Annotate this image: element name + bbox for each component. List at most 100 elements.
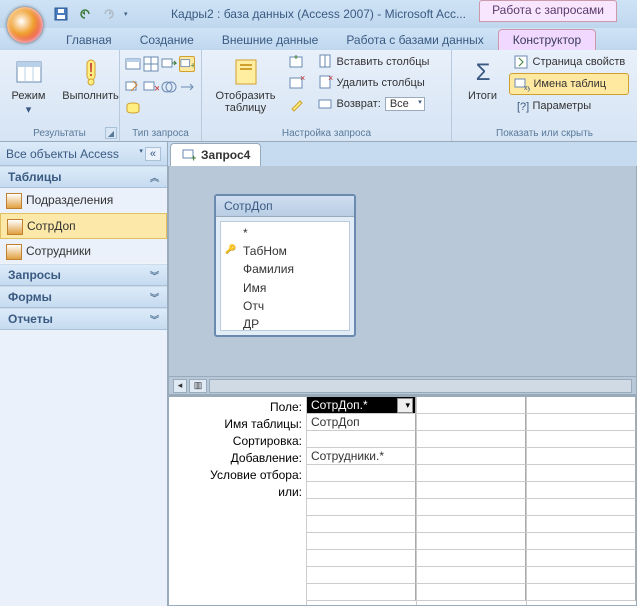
chevron-down-icon[interactable]: ▾: [418, 98, 422, 106]
insert-rows-button[interactable]: [285, 52, 309, 72]
union-query-icon[interactable]: [161, 79, 177, 95]
delete-query-icon[interactable]: ×: [143, 79, 159, 95]
totals-button[interactable]: Σ Итоги: [461, 52, 505, 106]
office-button[interactable]: [6, 6, 44, 44]
cell-blank[interactable]: [417, 516, 526, 533]
field-familiya[interactable]: Фамилия: [225, 260, 345, 278]
group-launcher-icon[interactable]: ◢: [105, 127, 117, 139]
select-query-icon[interactable]: [125, 56, 141, 72]
cell-append[interactable]: Сотрудники.*: [307, 448, 416, 465]
update-query-icon[interactable]: [125, 79, 141, 95]
cell-criteria[interactable]: [527, 465, 636, 482]
view-button[interactable]: Режим ▾: [0, 52, 58, 120]
cell-blank[interactable]: [527, 550, 636, 567]
run-button[interactable]: ! Выполнить: [62, 52, 120, 106]
cell-blank[interactable]: [307, 516, 416, 533]
field-otch[interactable]: Отч: [225, 297, 345, 315]
field-dr[interactable]: ДР: [225, 315, 345, 331]
cell-criteria[interactable]: [417, 465, 526, 482]
cell-blank[interactable]: [527, 533, 636, 550]
cell-table[interactable]: СотрДоп: [307, 414, 416, 431]
tab-create[interactable]: Создание: [126, 30, 208, 50]
params-button[interactable]: [?]Параметры: [509, 96, 629, 116]
cell-sort[interactable]: [417, 431, 526, 448]
save-icon[interactable]: [52, 5, 70, 23]
nav-item-sotrudniki[interactable]: Сотрудники: [0, 239, 167, 264]
nav-group-forms[interactable]: Формы︾: [0, 286, 167, 308]
tablenames-button[interactable]: xyzИмена таблиц: [509, 73, 629, 95]
delete-cols-button[interactable]: ×Удалить столбцы: [313, 73, 443, 93]
grid-column-3[interactable]: [526, 397, 636, 605]
tab-dbtools[interactable]: Работа с базами данных: [332, 30, 497, 50]
cell-field[interactable]: [527, 397, 636, 414]
cell-sort[interactable]: [527, 431, 636, 448]
append-query-icon[interactable]: +: [179, 56, 195, 72]
cell-blank[interactable]: [307, 550, 416, 567]
cell-blank[interactable]: [417, 567, 526, 584]
cell-blank[interactable]: [307, 533, 416, 550]
field-star[interactable]: *: [225, 224, 345, 242]
nav-item-sotrdop[interactable]: СотрДоп: [0, 213, 167, 239]
cell-blank[interactable]: [527, 584, 636, 601]
cell-blank[interactable]: [417, 499, 526, 516]
cell-or[interactable]: [417, 482, 526, 499]
svg-text:+: +: [191, 153, 196, 163]
cell-or[interactable]: [527, 482, 636, 499]
cell-blank[interactable]: [417, 533, 526, 550]
nav-group-queries[interactable]: Запросы︾: [0, 264, 167, 286]
tab-external[interactable]: Внешние данные: [208, 30, 333, 50]
cell-table[interactable]: [417, 414, 526, 431]
builder-button[interactable]: [285, 94, 309, 114]
cell-sort[interactable]: [307, 431, 416, 448]
document-area: + Запрос4 СотрДоп * ТабНом Фамилия Имя О…: [168, 142, 637, 606]
grid-column-1[interactable]: СотрДоп.* СотрДоп Сотрудники.*: [306, 397, 416, 605]
passthrough-query-icon[interactable]: [179, 79, 195, 95]
cell-table[interactable]: [527, 414, 636, 431]
field-imya[interactable]: Имя: [225, 279, 345, 297]
nav-group-reports[interactable]: Отчеты︾: [0, 308, 167, 330]
tab-design[interactable]: Конструктор: [498, 29, 596, 50]
qat-customize-icon[interactable]: ▾: [124, 10, 128, 18]
showtable-button[interactable]: Отобразить таблицу: [211, 52, 281, 118]
datadef-query-icon[interactable]: [125, 101, 141, 117]
undo-icon[interactable]: [76, 5, 94, 23]
cell-blank[interactable]: [307, 567, 416, 584]
document-tab[interactable]: + Запрос4: [170, 143, 261, 166]
insert-cols-button[interactable]: Вставить столбцы: [313, 52, 443, 72]
field-tabnom[interactable]: ТабНом: [225, 242, 345, 260]
cell-append[interactable]: [417, 448, 526, 465]
cell-blank[interactable]: [527, 499, 636, 516]
cell-or[interactable]: [307, 482, 416, 499]
cell-blank[interactable]: [417, 550, 526, 567]
cell-field[interactable]: [417, 397, 526, 414]
cell-blank[interactable]: [527, 516, 636, 533]
grid-column-2[interactable]: [416, 397, 526, 605]
scroll-left-icon[interactable]: ◂: [173, 379, 187, 393]
table-field-list[interactable]: * ТабНом Фамилия Имя Отч ДР Пол: [220, 221, 350, 331]
designer-upper-pane[interactable]: СотрДоп * ТабНом Фамилия Имя Отч ДР Пол: [169, 166, 636, 376]
cell-blank[interactable]: [307, 584, 416, 601]
chevron-down-icon[interactable]: ▾: [139, 147, 143, 161]
cell-criteria[interactable]: [307, 465, 416, 482]
tab-home[interactable]: Главная: [52, 30, 126, 50]
table-box-sotrdop[interactable]: СотрДоп * ТабНом Фамилия Имя Отч ДР Пол: [214, 194, 356, 337]
nav-header[interactable]: Все объекты Access ▾«: [0, 142, 167, 166]
propsheet-button[interactable]: Страница свойств: [509, 52, 629, 72]
group-showhide-label: Показать или скрыть: [458, 126, 631, 139]
cell-field[interactable]: СотрДоп.*: [307, 397, 416, 414]
pane-splitter-scrollbar[interactable]: ◂ ▥: [169, 376, 636, 394]
return-button[interactable]: Возврат: Все▾: [313, 94, 443, 114]
collapse-nav-icon[interactable]: «: [145, 147, 161, 161]
cell-blank[interactable]: [527, 567, 636, 584]
scroll-thumb-icon[interactable]: ▥: [189, 379, 207, 393]
cell-blank[interactable]: [417, 584, 526, 601]
crosstab-query-icon[interactable]: [143, 56, 159, 72]
scrollbar-track[interactable]: [209, 379, 632, 393]
delete-rows-button[interactable]: ×: [285, 73, 309, 93]
cell-blank[interactable]: [307, 499, 416, 516]
redo-icon[interactable]: [100, 5, 118, 23]
maketable-query-icon[interactable]: [161, 56, 177, 72]
nav-item-podrazdeleniya[interactable]: Подразделения: [0, 188, 167, 213]
cell-append[interactable]: [527, 448, 636, 465]
nav-group-tables[interactable]: Таблицы︽: [0, 166, 167, 188]
